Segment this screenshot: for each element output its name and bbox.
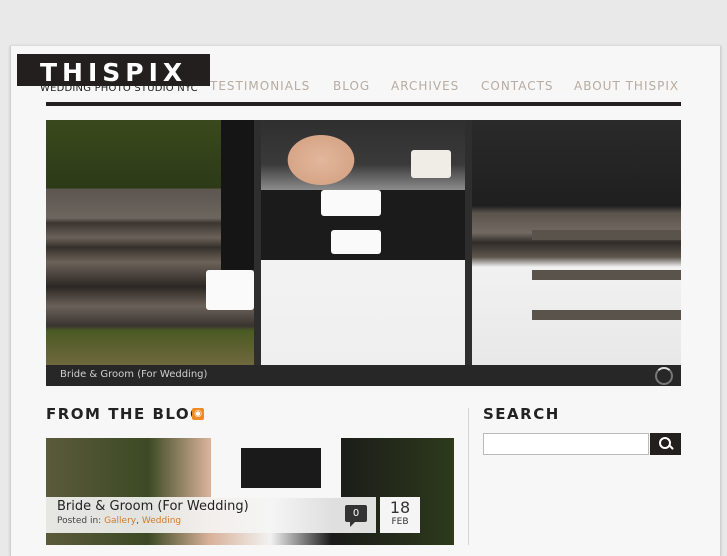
slider-caption: Bride & Groom (For Wedding) xyxy=(60,369,208,380)
main-nav: TESTIMONIALS BLOG ARCHIVES CONTACTS ABOU… xyxy=(210,79,682,97)
slider-caption-bar: Bride & Groom (For Wedding) xyxy=(46,365,681,386)
post-date-month: FEB xyxy=(391,517,409,527)
category-link-wedding[interactable]: Wedding xyxy=(142,516,181,526)
slider-panel-right xyxy=(472,120,681,365)
search-button[interactable] xyxy=(650,433,681,455)
column-divider xyxy=(468,408,469,545)
slider-panel-center xyxy=(261,120,465,365)
nav-item-archives[interactable]: ARCHIVES xyxy=(391,79,459,93)
post-date-box: 18 FEB xyxy=(380,497,420,533)
blog-post-meta: Posted in: Gallery, Wedding xyxy=(57,516,181,526)
image-slider[interactable]: Bride & Groom (For Wedding) xyxy=(46,120,681,386)
blog-post-title[interactable]: Bride & Groom (For Wedding) xyxy=(57,499,249,514)
nav-item-testimonials[interactable]: TESTIMONIALS xyxy=(210,79,310,93)
search-heading: SEARCH xyxy=(483,405,560,423)
nav-item-blog[interactable]: BLOG xyxy=(333,79,370,93)
post-date-day: 18 xyxy=(389,498,411,517)
comment-count-badge[interactable]: 0 xyxy=(345,505,367,527)
posted-in-label: Posted in: xyxy=(57,516,102,526)
nav-item-contacts[interactable]: CONTACTS xyxy=(481,79,554,93)
nav-item-about[interactable]: ABOUT THISPIX xyxy=(574,79,679,93)
slider-panel-left xyxy=(46,120,254,365)
search-input[interactable] xyxy=(483,433,649,455)
category-link-gallery[interactable]: Gallery xyxy=(104,516,136,526)
site-tagline: WEDDING PHOTO STUDIO NYC xyxy=(40,83,198,94)
rss-icon[interactable]: ◉ xyxy=(192,408,204,420)
category-separator: , xyxy=(136,516,139,526)
blog-heading: FROM THE BLOG xyxy=(46,405,204,423)
nav-divider xyxy=(46,102,681,106)
loading-spinner-icon xyxy=(655,367,673,385)
